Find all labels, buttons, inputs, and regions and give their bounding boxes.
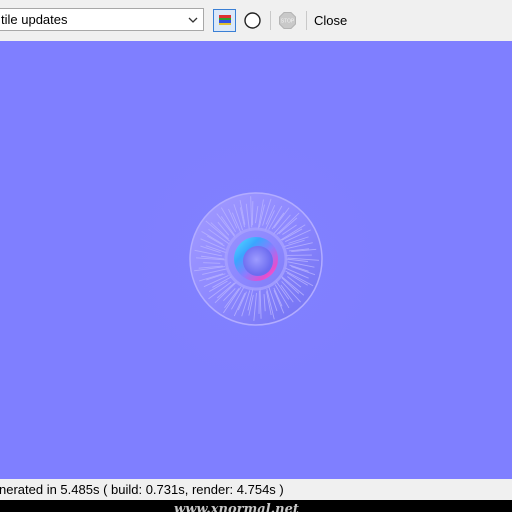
color-map-icon [219,15,231,25]
normal-map-preview[interactable] [0,41,512,479]
toolbar-separator [270,11,271,30]
watermark: www.xnormal.net [174,502,299,512]
normal-map-image [0,41,512,479]
stop-icon-text: STOP [281,19,295,25]
preview-mode-dropdown[interactable]: tile updates [0,8,204,31]
close-button[interactable]: Close [314,13,347,28]
status-bar: nerated in 5.485s ( build: 0.731s, rende… [0,479,512,500]
footer-strip: www.xnormal.net [0,500,512,512]
circle-icon [244,12,261,29]
color-map-toggle-button[interactable] [213,9,236,32]
stop-icon: STOP [279,12,296,29]
dropdown-value: tile updates [1,12,68,27]
chevron-down-icon[interactable] [186,13,200,27]
stop-button[interactable]: STOP [276,9,299,32]
toolbar: tile updates STOP Close [0,0,512,41]
circle-button[interactable] [241,9,264,32]
toolbar-separator [306,11,307,30]
render-time-status: nerated in 5.485s ( build: 0.731s, rende… [0,482,284,497]
fiber-stroke [203,262,221,264]
